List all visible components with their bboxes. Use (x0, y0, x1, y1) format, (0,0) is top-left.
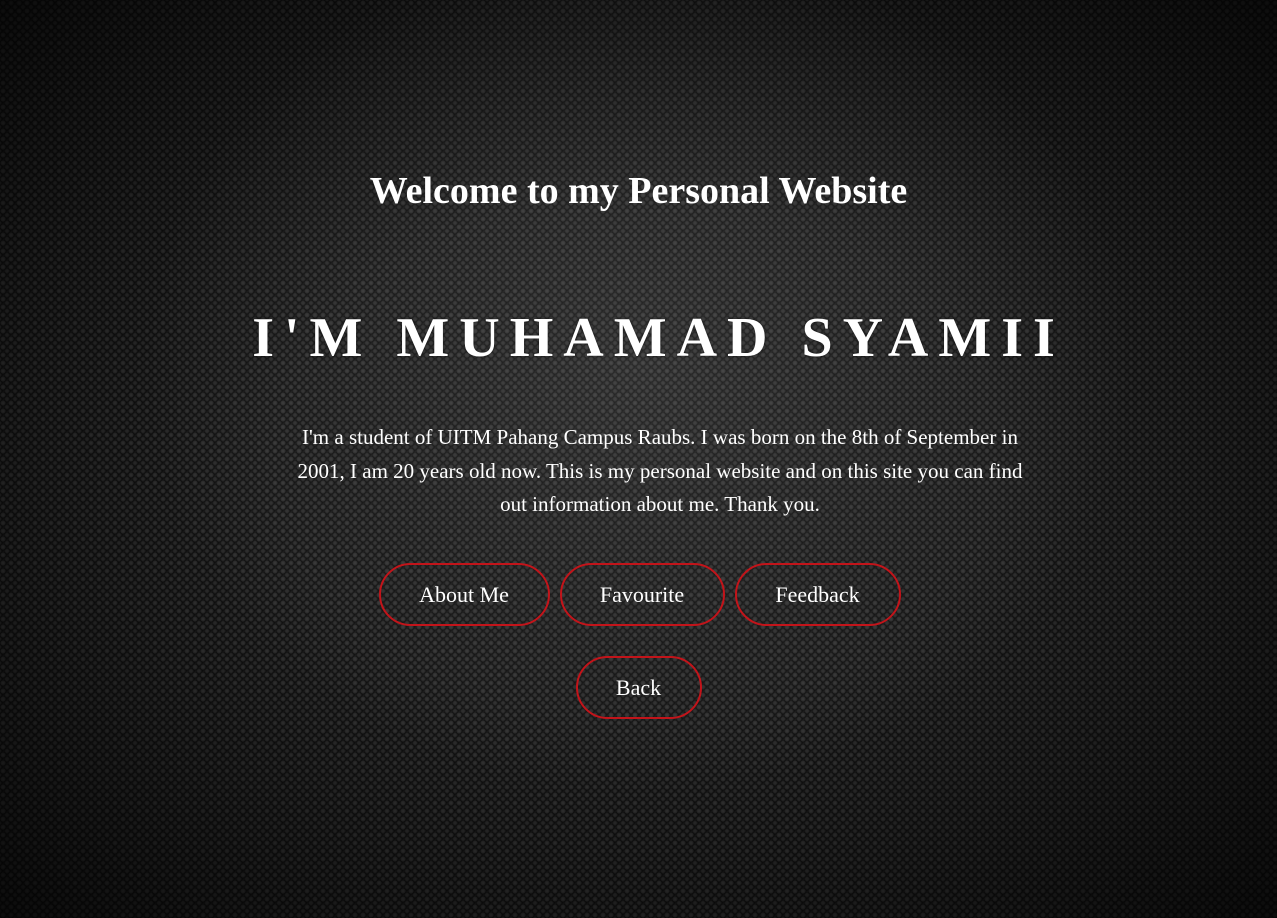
back-button[interactable]: Back (575, 656, 702, 719)
page: Welcome to my Personal Website I'M MUHAM… (0, 0, 1277, 918)
welcome-heading: Welcome to my Personal Website (369, 170, 908, 212)
about-me-button[interactable]: About Me (378, 563, 550, 626)
favourite-button[interactable]: Favourite (559, 563, 725, 626)
bio-paragraph: I'm a student of UITM Pahang Campus Raub… (297, 425, 1023, 516)
name-title: I'M MUHAMAD SYAMII (252, 307, 1065, 369)
nav-buttons: About Me Favourite Feedback (1, 563, 1277, 626)
feedback-button[interactable]: Feedback (734, 563, 901, 626)
back-row: Back (0, 656, 1277, 719)
